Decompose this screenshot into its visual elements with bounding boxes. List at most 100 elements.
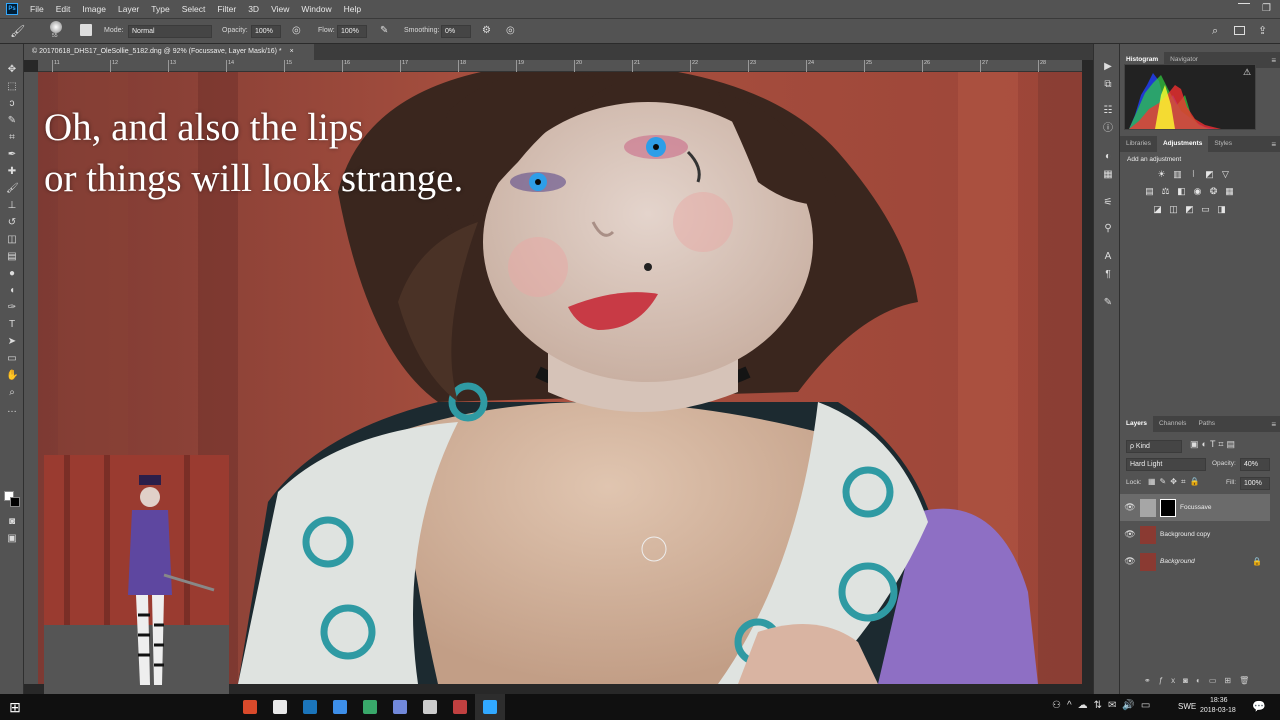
more-tools-icon[interactable]: … <box>6 404 18 416</box>
character-icon[interactable]: A <box>1101 250 1115 264</box>
restore-icon[interactable]: ❐ <box>1262 3 1271 14</box>
healing-tool-icon[interactable]: ✚ <box>6 166 18 178</box>
taskbar-app-discord-icon[interactable] <box>385 694 415 720</box>
brush-panel-icon[interactable] <box>80 24 92 36</box>
menu-help[interactable]: Help <box>344 4 361 14</box>
panel-menu-icon[interactable]: ≡ <box>1271 56 1276 65</box>
menu-file[interactable]: File <box>30 4 44 14</box>
taskbar-app-lightroom-icon[interactable] <box>325 694 355 720</box>
layer-mask-thumbnail[interactable] <box>1160 498 1176 517</box>
taskbar-app-store-icon[interactable] <box>265 694 295 720</box>
menu-window[interactable]: Window <box>301 4 331 14</box>
paragraph-icon[interactable]: ¶ <box>1101 268 1115 282</box>
eraser-tool-icon[interactable]: ◫ <box>6 234 18 246</box>
clock-date[interactable]: 2018-03-18 <box>1200 707 1236 714</box>
tab-layers[interactable]: Layers <box>1120 416 1153 432</box>
bw-icon[interactable]: ◧ <box>1176 186 1187 196</box>
menu-filter[interactable]: Filter <box>217 4 236 14</box>
vibrance-icon[interactable]: ▽ <box>1220 169 1231 179</box>
windows-start-icon[interactable]: ⊞ <box>0 699 30 716</box>
minimize-icon[interactable] <box>1238 3 1250 15</box>
visibility-eye-icon[interactable]: 👁 <box>1120 502 1140 513</box>
threshold-icon[interactable]: ◩ <box>1184 204 1195 214</box>
tab-libraries[interactable]: Libraries <box>1120 136 1157 152</box>
gear-icon[interactable]: ⚙ <box>482 25 491 36</box>
share-icon[interactable]: ⇪ <box>1258 24 1267 37</box>
hand-tool-icon[interactable]: ✋ <box>6 370 18 382</box>
hue-sat-icon[interactable]: ▤ <box>1144 186 1155 196</box>
taskbar-app-gamepad-icon[interactable] <box>355 694 385 720</box>
properties-icon[interactable]: ⚟ <box>1101 196 1115 210</box>
panel-menu-icon[interactable]: ≡ <box>1271 420 1276 429</box>
pressure-size-icon[interactable]: ◎ <box>506 25 515 36</box>
screen-mode-icon[interactable]: ▣ <box>6 533 18 545</box>
curves-icon[interactable]: ⦚ <box>1188 169 1199 179</box>
document-tab[interactable]: © 20170618_DHS17_OleSollie_5182.dng @ 92… <box>24 44 314 60</box>
layer-filter-icons[interactable]: ▣◐T⌗▤ <box>1190 439 1238 450</box>
visibility-eye-icon[interactable]: 👁 <box>1120 556 1140 567</box>
selective-color-icon[interactable]: ◨ <box>1216 204 1227 214</box>
move-tool-icon[interactable]: ✥ <box>6 64 18 76</box>
levels-icon[interactable]: ▥ <box>1172 169 1183 179</box>
taskbar-app-clock-icon[interactable] <box>415 694 445 720</box>
menu-type[interactable]: Type <box>151 4 169 14</box>
play-icon[interactable]: ▶ <box>1101 60 1115 74</box>
background-color-swatch[interactable] <box>10 497 20 507</box>
close-icon[interactable]: × <box>290 48 294 55</box>
lock-icons[interactable]: ▦✎✥⌗🔒 <box>1148 477 1203 487</box>
exposure-icon[interactable]: ◩ <box>1204 169 1215 179</box>
tab-styles[interactable]: Styles <box>1208 136 1238 152</box>
layer-row-background-copy[interactable]: 👁 Background copy <box>1120 521 1270 548</box>
stamp-tool-icon[interactable]: ⊥ <box>6 200 18 212</box>
layer-row-background[interactable]: 👁 Background 🔒 <box>1120 548 1270 575</box>
warning-icon[interactable]: ⚠ <box>1243 67 1251 78</box>
pressure-opacity-icon[interactable]: ◎ <box>292 25 301 36</box>
info-icon[interactable]: ⓘ <box>1101 122 1115 136</box>
brush-settings-icon[interactable]: ✎ <box>1101 296 1115 310</box>
tab-paths[interactable]: Paths <box>1192 416 1221 432</box>
visibility-eye-icon[interactable]: 👁 <box>1120 529 1140 540</box>
color-balance-icon[interactable]: ⚖ <box>1160 186 1171 196</box>
mode-select[interactable]: Normal <box>128 25 212 38</box>
layer-row-focussave[interactable]: 👁 Focussave <box>1120 494 1270 521</box>
type-tool-icon[interactable]: T <box>6 319 18 331</box>
brush-preset-icon[interactable] <box>50 21 62 33</box>
gradient-tool-icon[interactable]: ▤ <box>6 251 18 263</box>
shape-tool-icon[interactable]: ▭ <box>6 353 18 365</box>
taskbar-app-steam-icon[interactable] <box>295 694 325 720</box>
taskbar-app-chrome-icon[interactable] <box>235 694 265 720</box>
marquee-tool-icon[interactable]: ⬚ <box>6 81 18 93</box>
color-lookup-icon[interactable]: ▦ <box>1224 186 1235 196</box>
path-select-icon[interactable]: ➤ <box>6 336 18 348</box>
menu-3d[interactable]: 3D <box>248 4 259 14</box>
quick-mask-icon[interactable]: ◙ <box>6 516 18 528</box>
zoom-tool-icon[interactable]: ⌕ <box>6 387 18 399</box>
eyedropper-tool-icon[interactable]: ✒ <box>6 149 18 161</box>
taskbar-app-photoshop-icon[interactable] <box>475 694 505 720</box>
channel-mixer-icon[interactable]: ❂ <box>1208 186 1219 196</box>
smoothing-field[interactable]: 0% <box>441 25 471 38</box>
crop-tool-icon[interactable]: ⌗ <box>6 132 18 144</box>
menu-layer[interactable]: Layer <box>118 4 139 14</box>
lasso-tool-icon[interactable]: ↄ <box>6 98 18 110</box>
dodge-tool-icon[interactable]: ◖ <box>6 285 18 297</box>
history-brush-icon[interactable]: ↺ <box>6 217 18 229</box>
brush-tool-icon-side[interactable]: 🖌 <box>6 183 19 195</box>
system-tray-icons[interactable]: ⚇^☁⇅✉🔊▭ <box>1052 700 1156 711</box>
pen-tool-icon[interactable]: ✑ <box>6 302 18 314</box>
workspace-icon[interactable] <box>1234 26 1245 35</box>
panel-menu-icon[interactable]: ≡ <box>1271 140 1276 149</box>
history-icon[interactable]: ⧉ <box>1101 78 1115 92</box>
notifications-icon[interactable]: 💬 <box>1252 700 1266 713</box>
swatches-icon[interactable]: ▦ <box>1101 168 1115 182</box>
brightness-icon[interactable]: ☀ <box>1156 169 1167 179</box>
layer-filter-kind[interactable]: ρ Kind <box>1126 440 1182 453</box>
gradient-map-icon[interactable]: ▭ <box>1200 204 1211 214</box>
search-icon[interactable]: ⌕ <box>1212 25 1218 38</box>
menu-edit[interactable]: Edit <box>56 4 71 14</box>
photo-filter-icon[interactable]: ◉ <box>1192 186 1203 196</box>
layer-opacity-field[interactable]: 40% <box>1240 458 1270 471</box>
blend-mode-select[interactable]: Hard Light <box>1126 458 1206 471</box>
taskbar-app-movie-icon[interactable] <box>445 694 475 720</box>
fill-field[interactable]: 100% <box>1240 477 1270 490</box>
